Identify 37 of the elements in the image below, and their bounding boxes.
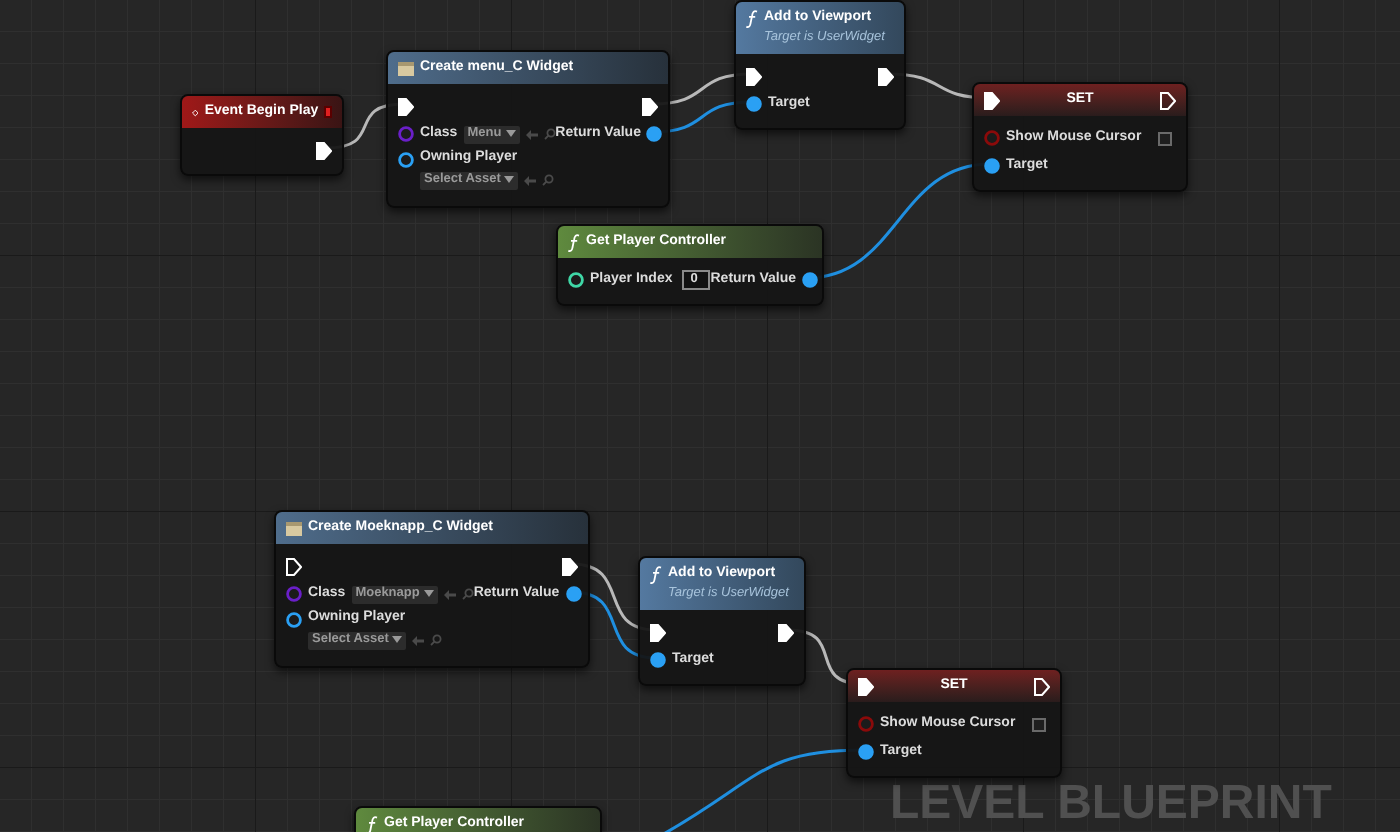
checkbox[interactable]: [1157, 131, 1172, 145]
exec-pin-icon[interactable]: [1160, 91, 1176, 109]
exec-pin-icon[interactable]: [650, 623, 666, 641]
exec-pin-icon[interactable]: [316, 141, 332, 159]
caret-icon: [505, 130, 516, 138]
exec-pin-icon[interactable]: [286, 557, 302, 575]
data-pin-icon[interactable]: [398, 152, 414, 168]
exec-pin-icon[interactable]: [858, 677, 874, 695]
function-icon: [746, 9, 758, 28]
exec-pin-icon[interactable]: [1034, 677, 1050, 695]
widget-icon: [398, 61, 414, 75]
caret-icon: [392, 636, 403, 644]
data-pin-icon[interactable]: [565, 586, 582, 602]
delegate-pin-icon[interactable]: [324, 106, 332, 118]
exec-pin-icon[interactable]: [398, 97, 414, 115]
data-pin-icon[interactable]: [568, 272, 584, 288]
function-icon: [650, 565, 662, 584]
checkbox[interactable]: [1031, 717, 1046, 731]
exec-pin-icon[interactable]: [562, 557, 578, 575]
diamond-icon: [192, 105, 199, 119]
data-pin-icon[interactable]: [802, 272, 819, 288]
function-icon: [366, 815, 378, 832]
data-pin-icon[interactable]: [858, 744, 874, 760]
data-pin-icon[interactable]: [984, 158, 1000, 174]
data-pin-icon[interactable]: [286, 612, 302, 628]
exec-pin-icon[interactable]: [642, 97, 658, 115]
exec-pin-icon[interactable]: [984, 91, 1000, 109]
exec-pin-icon[interactable]: [878, 67, 894, 85]
data-pin-icon[interactable]: [746, 96, 762, 112]
widget-icon: [286, 521, 302, 535]
caret-icon: [423, 590, 434, 598]
exec-pin-icon[interactable]: [746, 67, 762, 85]
exec-pin-icon[interactable]: [778, 623, 794, 641]
caret-icon: [504, 176, 515, 184]
data-pin-icon[interactable]: [646, 126, 663, 142]
function-icon: [568, 233, 580, 251]
data-pin-icon[interactable]: [650, 652, 666, 668]
